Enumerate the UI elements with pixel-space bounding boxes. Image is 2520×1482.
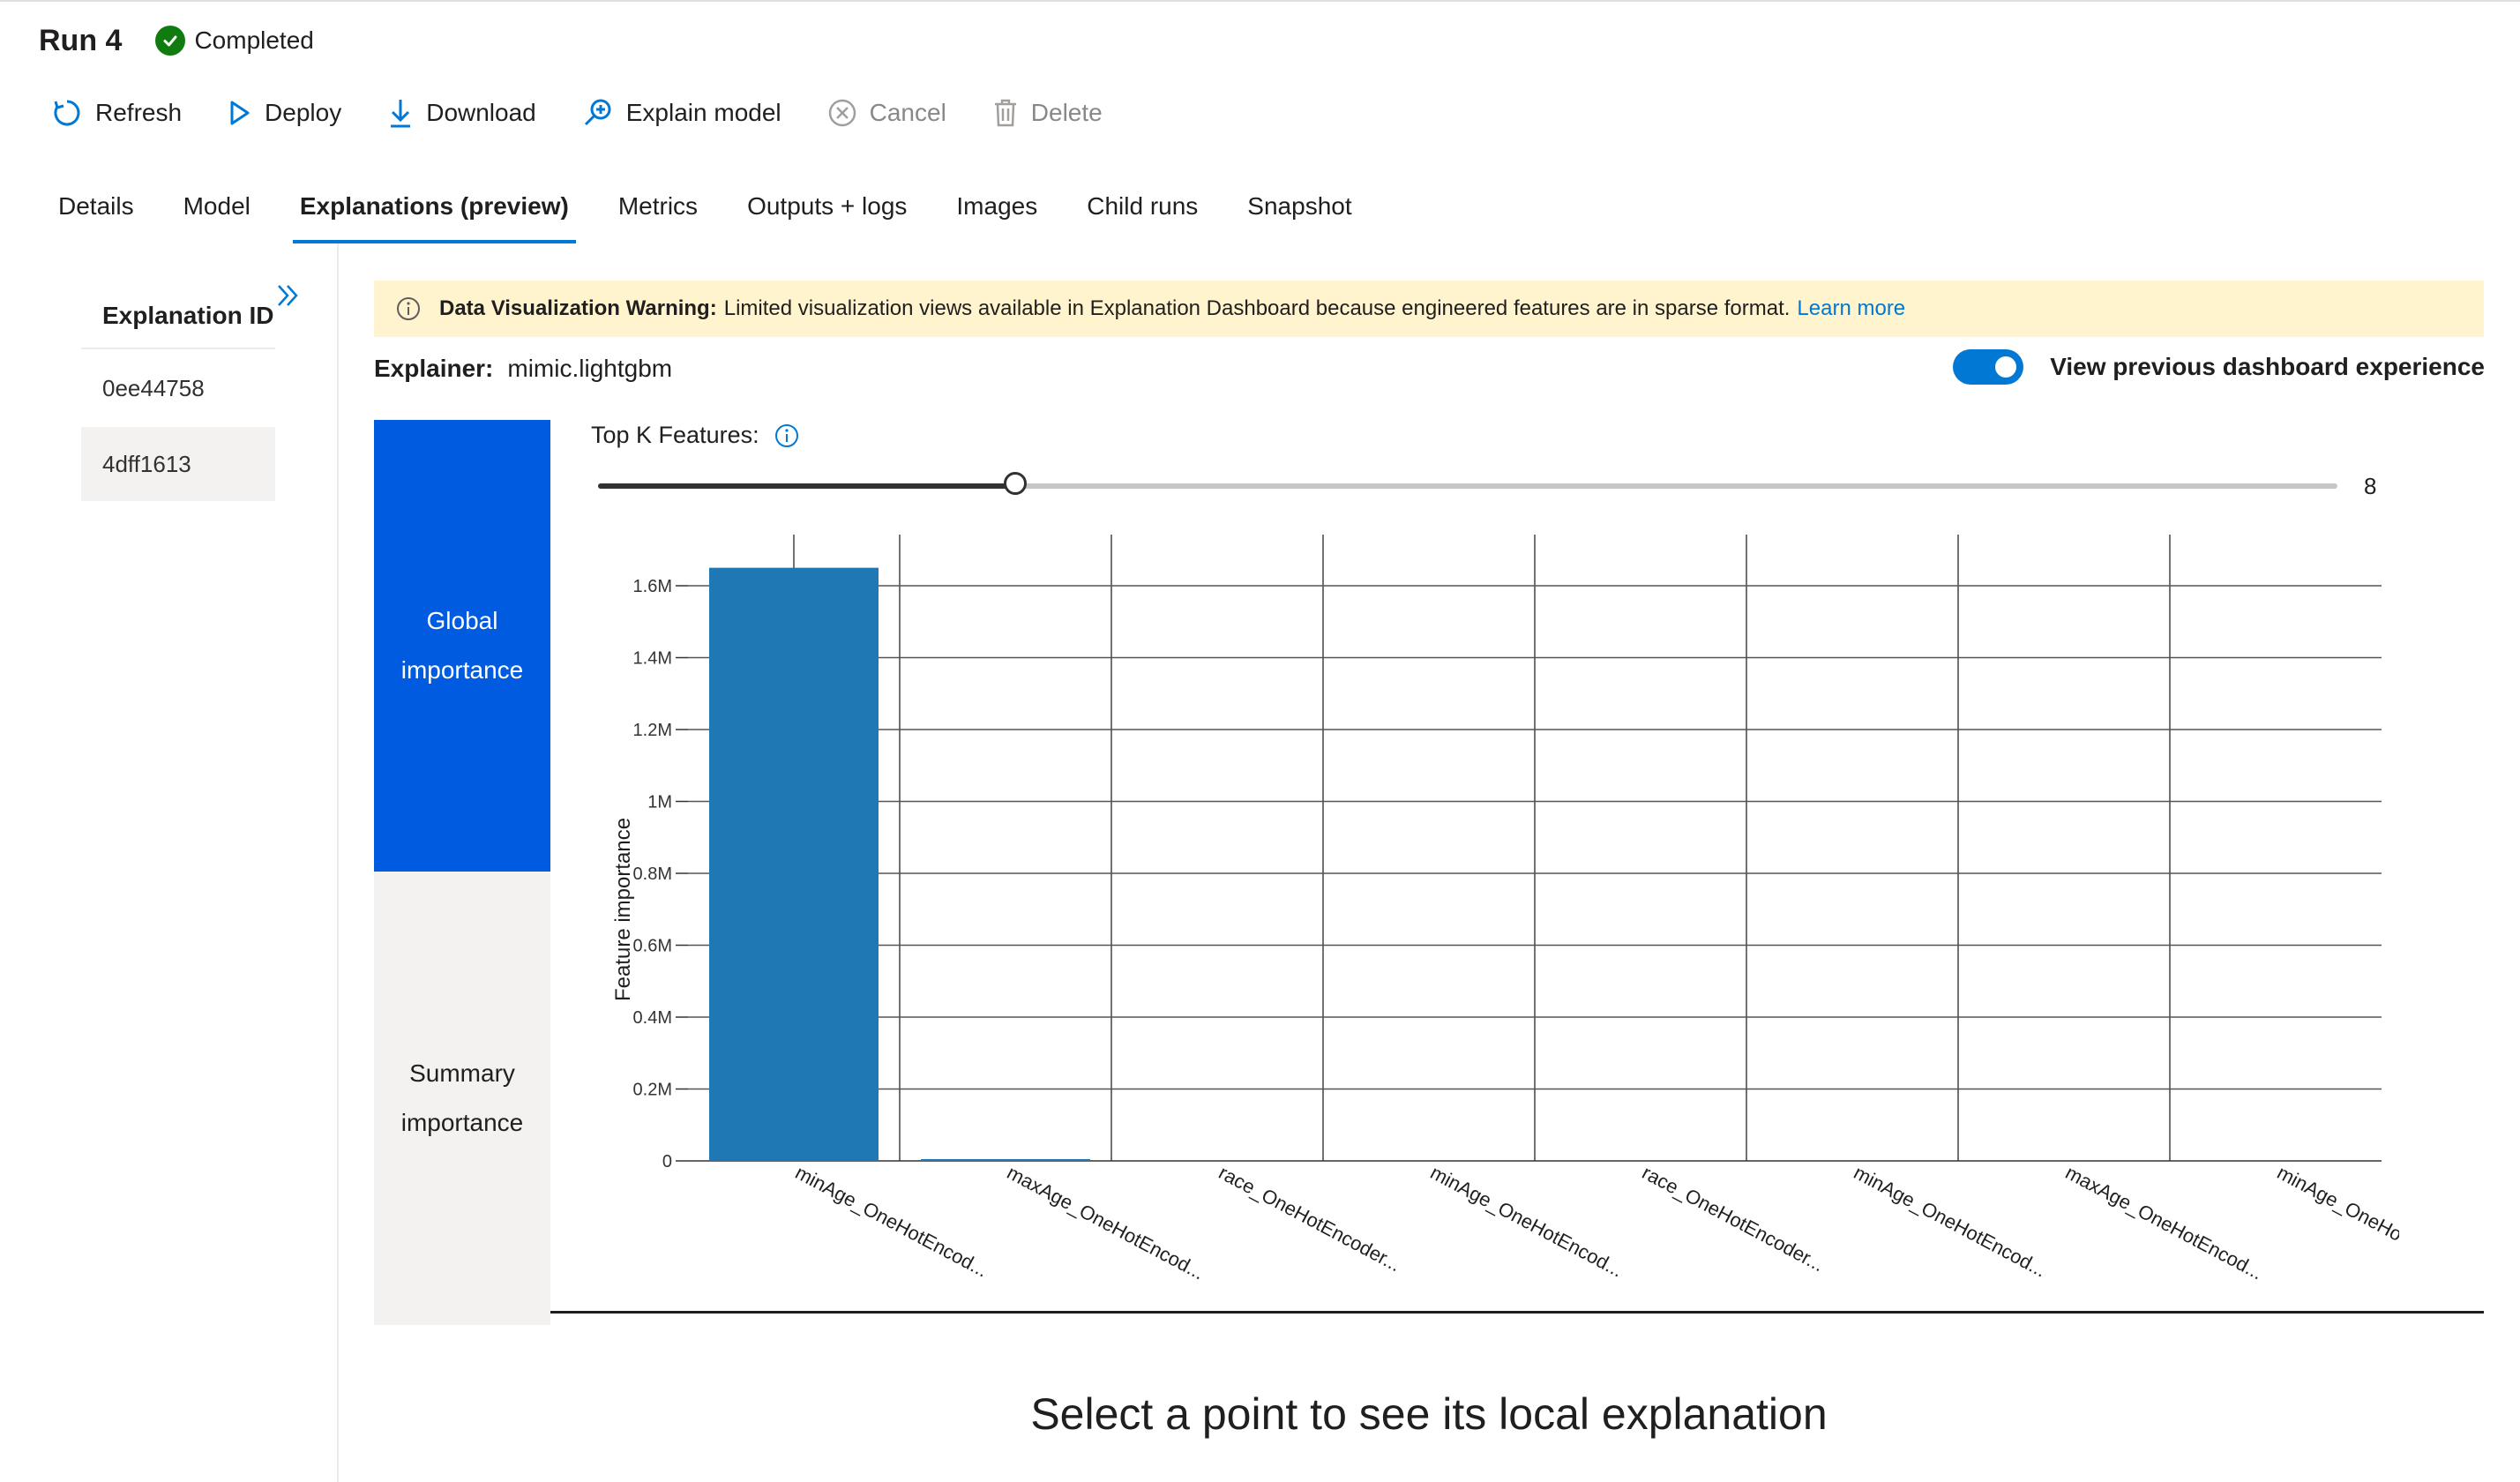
learn-more-link[interactable]: Learn more: [1797, 296, 1905, 321]
delete-button[interactable]: Delete: [992, 97, 1103, 129]
y-tick-label: 1.6M: [633, 577, 672, 596]
expand-button[interactable]: [273, 281, 302, 317]
bar-8: [2191, 1160, 2360, 1161]
global-importance-tab[interactable]: Global importance: [374, 420, 550, 872]
refresh-icon: [54, 100, 80, 126]
delete-label: Delete: [1030, 99, 1103, 126]
top-k-label: Top K Features:: [591, 422, 759, 448]
cancel-label: Cancel: [869, 99, 946, 126]
bar-4: [1344, 1160, 1514, 1161]
tab-details[interactable]: Details: [58, 185, 134, 243]
toolbar: Refresh Deploy Download Explain model Ca…: [51, 94, 1148, 132]
summary-importance-tab[interactable]: Summary importance: [374, 872, 550, 1325]
bar-3: [1133, 1160, 1302, 1161]
status-badge: Completed: [155, 26, 314, 56]
x-tick-label: maxAge_OneHotEncod...: [2062, 1161, 2267, 1284]
bar-1: [709, 567, 879, 1161]
local-explanation-message: Select a point to see its local explanat…: [1030, 1389, 1828, 1439]
info-icon[interactable]: [774, 423, 800, 449]
cancel-icon: [828, 99, 856, 127]
x-tick-label: minAge_OneHotEncod...: [1427, 1161, 1627, 1281]
status-text: Completed: [194, 26, 314, 54]
refresh-button[interactable]: Refresh: [51, 97, 182, 129]
play-icon: [230, 101, 250, 125]
x-tick-label: minAge_OneHotEncod...: [2274, 1161, 2399, 1281]
download-label: Download: [426, 99, 536, 126]
trash-icon: [994, 99, 1016, 127]
tab-outputs-logs[interactable]: Outputs + logs: [747, 185, 907, 243]
bar-6: [1768, 1160, 1937, 1161]
deploy-button[interactable]: Deploy: [228, 99, 341, 127]
info-icon: [397, 297, 420, 320]
x-tick-label: maxAge_OneHotEncod...: [1004, 1161, 1208, 1284]
explainer-label: Explainer:: [374, 355, 494, 382]
run-header: Run 4 Completed: [39, 21, 314, 60]
previous-dashboard-toggle-row: View previous dashboard experience: [1953, 349, 2485, 385]
top-k-slider[interactable]: [598, 472, 2337, 495]
x-tick-label: race_OneHotEncoder...: [1215, 1161, 1405, 1276]
summary-importance-line1: Summary: [409, 1059, 515, 1087]
tab-snapshot[interactable]: Snapshot: [1247, 185, 1351, 243]
top-k-value: 8: [2364, 473, 2377, 499]
explanation-id-header: Explanation ID: [81, 284, 275, 349]
sidebar-divider: [337, 243, 339, 1482]
x-tick-label: minAge_OneHotEncod...: [1851, 1161, 2051, 1281]
zoom-in-icon: [584, 99, 611, 126]
bar-5: [1556, 1160, 1725, 1161]
x-tick-label: minAge_OneHotEncod...: [792, 1161, 992, 1281]
explain-model-label: Explain model: [625, 99, 781, 126]
refresh-label: Refresh: [95, 99, 183, 126]
explain-model-button[interactable]: Explain model: [582, 97, 781, 129]
y-tick-label: 0.4M: [633, 1008, 672, 1028]
y-axis-label: Feature importance: [611, 818, 635, 1001]
double-chevron-right-icon: [278, 285, 298, 306]
explainer-value: mimic.lightgbm: [507, 355, 673, 382]
y-tick-label: 1.4M: [633, 649, 672, 669]
tab-explanations[interactable]: Explanations (preview): [292, 185, 576, 243]
explanation-item-0ee44758[interactable]: 0ee44758: [81, 351, 275, 425]
cancel-button[interactable]: Cancel: [827, 98, 946, 128]
top-k-features: Top K Features:: [591, 422, 800, 449]
bar-2: [921, 1158, 1090, 1161]
toggle-label: View previous dashboard experience: [2050, 353, 2485, 380]
toggle-knob: [1995, 356, 2017, 378]
tab-child-runs[interactable]: Child runs: [1087, 185, 1198, 243]
summary-importance-line2: importance: [400, 1109, 524, 1136]
explainer-row: Explainer: mimic.lightgbm: [374, 351, 672, 386]
previous-dashboard-toggle[interactable]: [1953, 349, 2024, 385]
global-importance-line1: Global: [426, 607, 498, 634]
explanation-item-4dff1613[interactable]: 4dff1613: [81, 427, 275, 501]
feature-importance-chart: 0 0.2M 0.4M 0.6M 0.8M 1M 1.2M 1.4M 1.6M Feature i…: [611, 535, 2399, 1284]
global-importance-line2: importance: [400, 656, 524, 684]
tab-images[interactable]: Images: [956, 185, 1037, 243]
x-tick-label: race_OneHotEncoder...: [1639, 1161, 1828, 1276]
tab-model[interactable]: Model: [183, 185, 251, 243]
chart-bottom-rule: [550, 1311, 2484, 1314]
slider-fill: [598, 483, 1016, 489]
top-border: [0, 0, 2520, 2]
check-circle-icon: [155, 26, 186, 56]
y-tick-label: 1M: [647, 793, 672, 812]
tab-bar: Details Model Explanations (preview) Met…: [58, 185, 1402, 243]
y-tick-label: 0.8M: [633, 864, 672, 884]
deploy-label: Deploy: [265, 99, 342, 126]
download-icon: [391, 100, 411, 128]
y-tick-label: 0: [662, 1152, 672, 1171]
y-tick-label: 1.2M: [633, 721, 672, 740]
download-button[interactable]: Download: [387, 97, 536, 129]
run-title: Run 4: [39, 23, 123, 57]
y-tick-label: 0.2M: [633, 1081, 672, 1100]
data-visualization-warning: Data Visualization Warning: Limited visu…: [374, 281, 2484, 337]
tab-metrics[interactable]: Metrics: [618, 185, 698, 243]
y-tick-label: 0.6M: [633, 937, 672, 956]
warning-text: Limited visualization views available in…: [723, 296, 1791, 320]
slider-thumb[interactable]: [1004, 472, 1028, 495]
warning-title: Data Visualization Warning:: [439, 296, 717, 320]
bar-7: [1979, 1160, 2149, 1161]
